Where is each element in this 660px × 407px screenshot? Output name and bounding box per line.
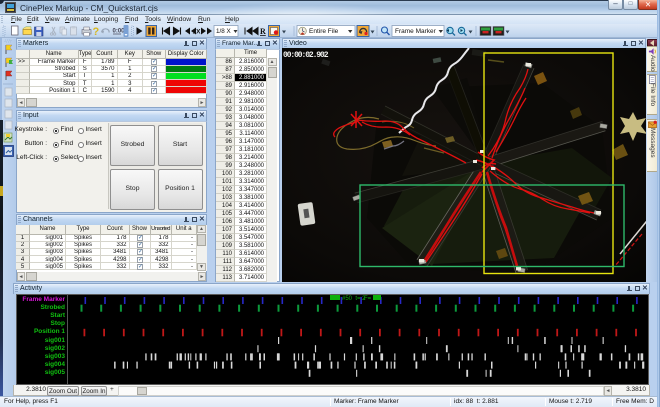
svg-text:#50 t= 2: #50 t= 2 — [342, 296, 366, 302]
svg-text:?: ? — [93, 26, 100, 38]
svg-text:R: R — [260, 27, 266, 36]
svg-text:F=: F= — [364, 296, 372, 302]
svg-text:Frame Marker: Frame Marker — [395, 28, 437, 35]
svg-text:0:00: 0:00 — [113, 29, 126, 35]
svg-text:1X: 1X — [193, 29, 202, 36]
svg-text:00:00:02.902: 00:00:02.902 — [283, 51, 329, 60]
svg-text:Entire File: Entire File — [309, 28, 339, 35]
svg-text:1/8 X: 1/8 X — [216, 28, 232, 35]
